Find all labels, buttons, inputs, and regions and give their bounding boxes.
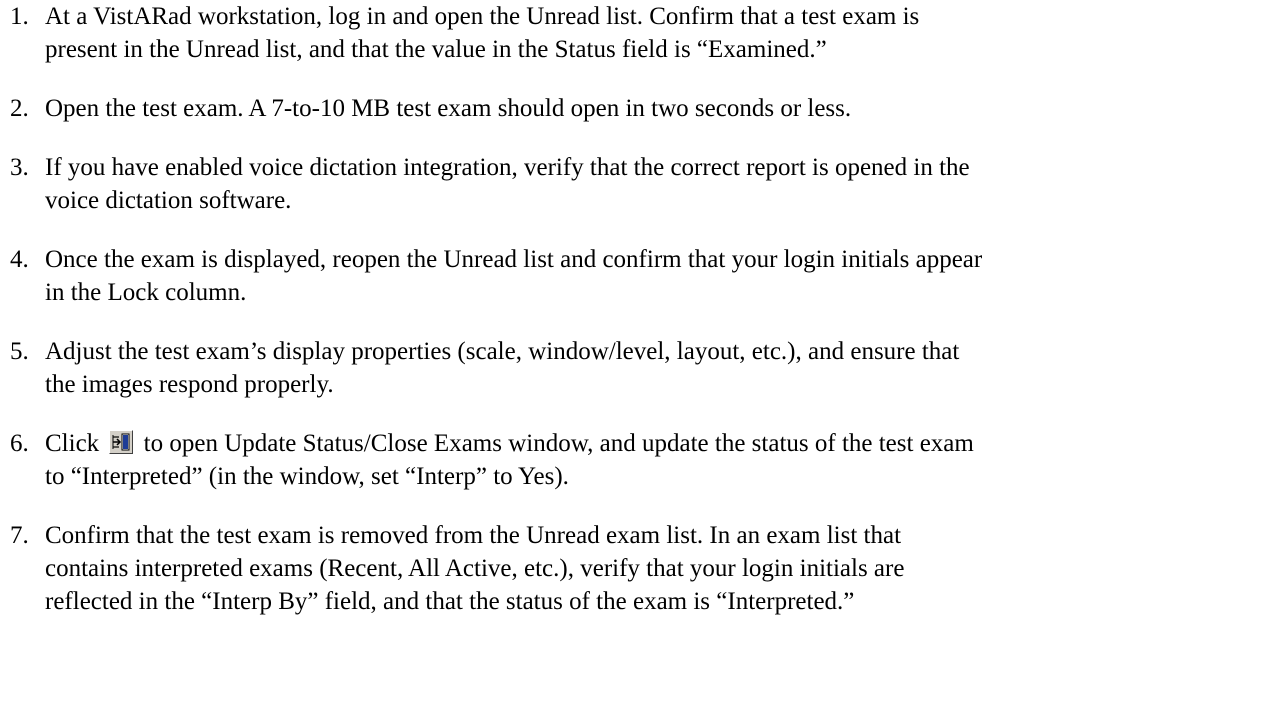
step-number: 2.	[10, 95, 29, 122]
step-line: Adjust the test exam’s display propertie…	[45, 338, 960, 365]
step-line: the images respond properly.	[45, 371, 334, 398]
step-line: in the Lock column.	[45, 279, 247, 306]
step-line: Click to open Update Status/Close Exams …	[45, 427, 1230, 460]
step-text: Open the test exam. A 7-to-10 MB test ex…	[45, 92, 1230, 125]
step-text: Once the exam is displayed, reopen the U…	[45, 243, 1230, 309]
step-number: 4.	[10, 246, 29, 273]
step-text: Confirm that the test exam is removed fr…	[45, 519, 1230, 618]
step-line-text: to open Update Status/Close Exams window…	[137, 430, 974, 457]
step-line: Confirm that the test exam is removed fr…	[45, 522, 902, 549]
step-text: Adjust the test exam’s display propertie…	[45, 335, 1230, 401]
step-line: voice dictation software.	[45, 187, 292, 214]
step-line: Once the exam is displayed, reopen the U…	[45, 246, 983, 273]
step-line: Open the test exam. A 7-to-10 MB test ex…	[45, 95, 852, 122]
update-status-close-exams-icon-graphic	[112, 433, 130, 451]
step-line-text: Click	[45, 430, 106, 457]
step-number: 7.	[10, 522, 29, 549]
step-text: Click to open Update Status/Close Exams …	[45, 427, 1230, 493]
step-number: 1.	[10, 3, 29, 30]
step-line: reflected in the “Interp By” field, and …	[45, 588, 855, 615]
step-number: 5.	[10, 338, 29, 365]
step-number: 3.	[10, 154, 29, 181]
step-line: to “Interpreted” (in the window, set “In…	[45, 463, 569, 490]
step-number: 6.	[10, 430, 29, 457]
update-status-close-exams-icon	[109, 430, 134, 454]
step-line: If you have enabled voice dictation inte…	[45, 154, 970, 181]
step-text: At a VistARad workstation, log in and op…	[45, 0, 1230, 66]
step-line: present in the Unread list, and that the…	[45, 36, 827, 63]
instructions-document: 1. At a VistARad workstation, log in and…	[0, 0, 1265, 728]
step-line: contains interpreted exams (Recent, All …	[45, 555, 905, 582]
step-text: If you have enabled voice dictation inte…	[45, 151, 1230, 217]
step-line: At a VistARad workstation, log in and op…	[45, 3, 920, 30]
